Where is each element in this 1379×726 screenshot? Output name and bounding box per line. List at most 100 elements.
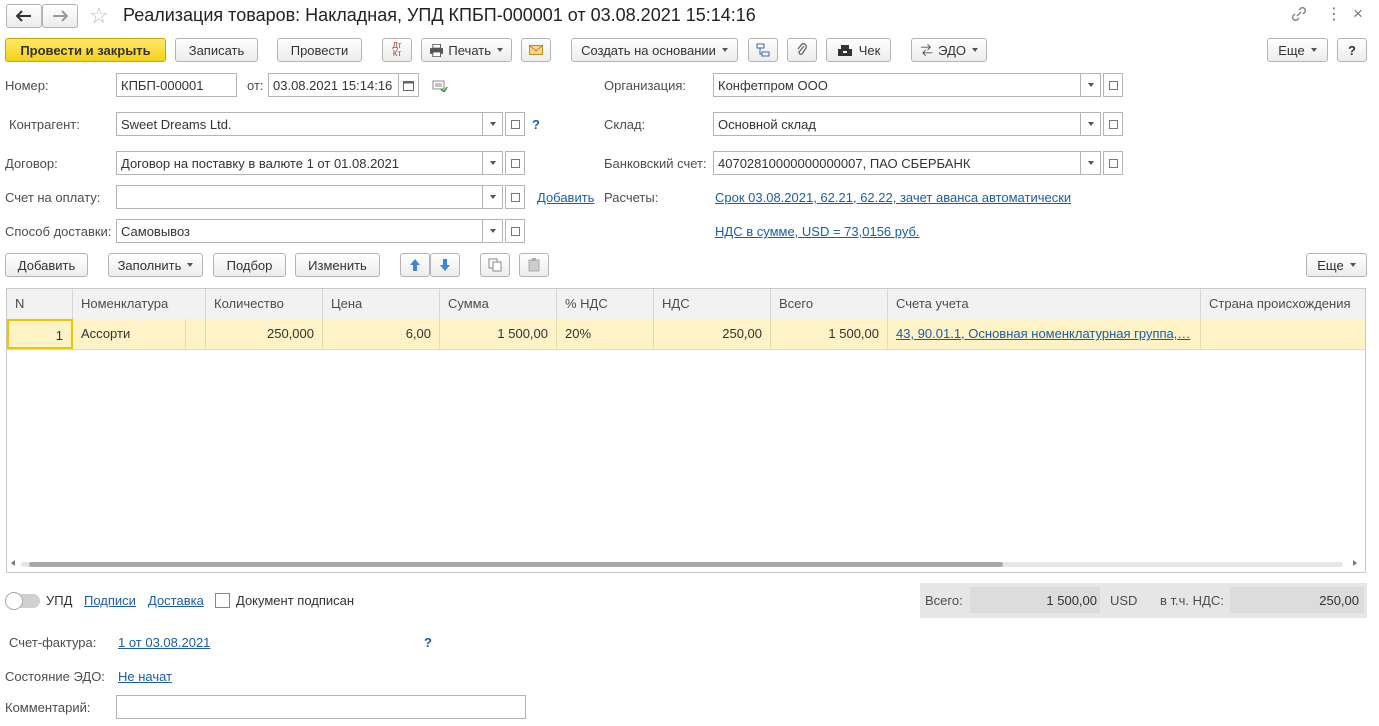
help-button[interactable]: ? [1337,38,1367,62]
contractor-dropdown[interactable] [483,112,503,136]
contractor-field[interactable]: Sweet Dreams Ltd. [116,112,483,136]
delivery-method-dropdown[interactable] [483,219,503,243]
link-icon[interactable] [1290,5,1308,26]
calendar-button[interactable] [399,73,419,97]
attach-button[interactable] [787,38,817,62]
goods-table[interactable]: N Номенклатура Количество Цена Сумма % Н… [6,288,1366,573]
paste-row-button[interactable] [519,253,549,277]
vat-link[interactable]: НДС в сумме, USD = 73,0156 руб. [715,224,920,239]
contract-dropdown[interactable] [483,151,503,175]
cell-item-extra[interactable] [186,319,206,349]
warehouse-dropdown[interactable] [1081,112,1101,136]
col-header-qty[interactable]: Количество [206,289,323,319]
invoice-dropdown[interactable] [483,185,503,209]
table-add-button[interactable]: Добавить [5,253,88,277]
add-invoice-link[interactable]: Добавить [537,190,594,205]
arrow-left-icon [16,10,31,22]
table-change-button[interactable]: Изменить [295,253,380,277]
organization-dropdown[interactable] [1081,73,1101,97]
cell-total[interactable]: 1 500,00 [771,319,888,349]
comment-list-icon[interactable] [432,79,448,95]
create-based-on-button[interactable]: Создать на основании [571,38,738,62]
upd-toggle[interactable] [5,592,40,610]
check-button[interactable]: Чек [826,38,891,62]
settlements-link[interactable]: Срок 03.08.2021, 62.21, 62.22, зачет ава… [715,190,1071,205]
move-down-button[interactable] [430,253,460,277]
date-field[interactable]: 03.08.2021 15:14:16 [268,73,399,97]
organization-open-button[interactable] [1103,73,1123,97]
warehouse-open-button[interactable] [1103,112,1123,136]
table-select-button[interactable]: Подбор [213,253,286,277]
scroll-right-arrow[interactable] [1353,560,1357,566]
invoice-factura-link[interactable]: 1 от 03.08.2021 [118,635,210,650]
col-header-vat[interactable]: НДС [654,289,771,319]
contractor-open-button[interactable] [505,112,525,136]
vat-incl-value: 250,00 [1319,593,1359,608]
contractor-help-icon[interactable]: ? [532,117,540,132]
scroll-left-arrow[interactable] [11,560,15,566]
signed-checkbox[interactable] [215,593,230,608]
invoice-field[interactable] [116,185,483,209]
open-icon [510,119,520,129]
cash-register-icon [837,44,852,56]
post-button[interactable]: Провести [277,38,362,62]
warehouse-field[interactable]: Основной склад [713,112,1081,136]
print-button[interactable]: Печать [421,38,512,62]
cell-accounts[interactable]: 43, 90.01.1, Основная номенклатурная гру… [888,319,1201,349]
table-row[interactable]: 1 Ассорти 250,000 6,00 1 500,00 20% 250,… [7,319,1365,350]
comment-field[interactable] [116,695,526,719]
cell-item[interactable]: Ассорти [73,319,186,349]
table-fill-button[interactable]: Заполнить [108,253,203,277]
cell-country[interactable] [1201,319,1365,349]
favorite-star-icon[interactable]: ☆ [89,3,109,29]
save-button[interactable]: Записать [175,38,258,62]
cell-vat[interactable]: 250,00 [654,319,771,349]
copy-row-button[interactable] [480,253,510,277]
bank-account-open-button[interactable] [1103,151,1123,175]
col-header-item[interactable]: Номенклатура [73,289,206,319]
invoice-open-button[interactable] [505,185,525,209]
printer-icon [430,43,444,57]
contract-field[interactable]: Договор на поставку в валюте 1 от 01.08.… [116,151,483,175]
col-header-vat-rate[interactable]: % НДС [557,289,654,319]
settlements-label: Расчеты: [604,190,659,205]
col-header-total[interactable]: Всего [771,289,888,319]
delivery-method-field[interactable]: Самовывоз [116,219,483,243]
post-and-close-button[interactable]: Провести и закрыть [5,38,166,62]
close-icon[interactable]: × [1353,4,1363,24]
contract-open-button[interactable] [505,151,525,175]
col-header-sum[interactable]: Сумма [440,289,557,319]
accounts-link[interactable]: 43, 90.01.1, Основная номенклатурная гру… [896,326,1190,341]
cell-n[interactable]: 1 [7,319,73,349]
contractor-label: Контрагент: [9,117,80,132]
bank-account-field[interactable]: 40702810000000000007, ПАО СБЕРБАНК [713,151,1081,175]
organization-field[interactable]: Конфетпром ООО [713,73,1081,97]
structure-button[interactable] [748,38,778,62]
cell-qty[interactable]: 250,000 [206,319,323,349]
more-vertical-icon[interactable]: ⋮ [1326,4,1342,24]
forward-button[interactable] [42,4,78,28]
col-header-n[interactable]: N [7,289,73,319]
invoice-factura-help-icon[interactable]: ? [424,635,432,650]
cell-price[interactable]: 6,00 [323,319,440,349]
more-button[interactable]: Еще [1267,38,1328,62]
number-field[interactable]: КПБП-000001 [116,73,237,97]
col-header-price[interactable]: Цена [323,289,440,319]
dt-kt-button[interactable]: Дт Кт [382,38,412,62]
edo-state-link[interactable]: Не начат [118,669,172,684]
delivery-link[interactable]: Доставка [148,593,204,608]
signatures-link[interactable]: Подписи [84,593,136,608]
edo-button[interactable]: ЭДО [911,38,987,62]
table-more-button[interactable]: Еще [1306,253,1367,277]
delivery-method-open-button[interactable] [505,219,525,243]
col-header-accounts[interactable]: Счета учета [888,289,1201,319]
invoice-label: Счет на оплату: [5,190,101,205]
move-up-button[interactable] [400,253,430,277]
col-header-country[interactable]: Страна происхождения [1201,289,1365,319]
back-button[interactable] [6,4,42,28]
email-button[interactable] [521,38,551,62]
bank-account-dropdown[interactable] [1081,151,1101,175]
cell-vat-rate[interactable]: 20% [557,319,654,349]
horizontal-scrollbar-thumb[interactable] [29,562,1003,567]
cell-sum[interactable]: 1 500,00 [440,319,557,349]
